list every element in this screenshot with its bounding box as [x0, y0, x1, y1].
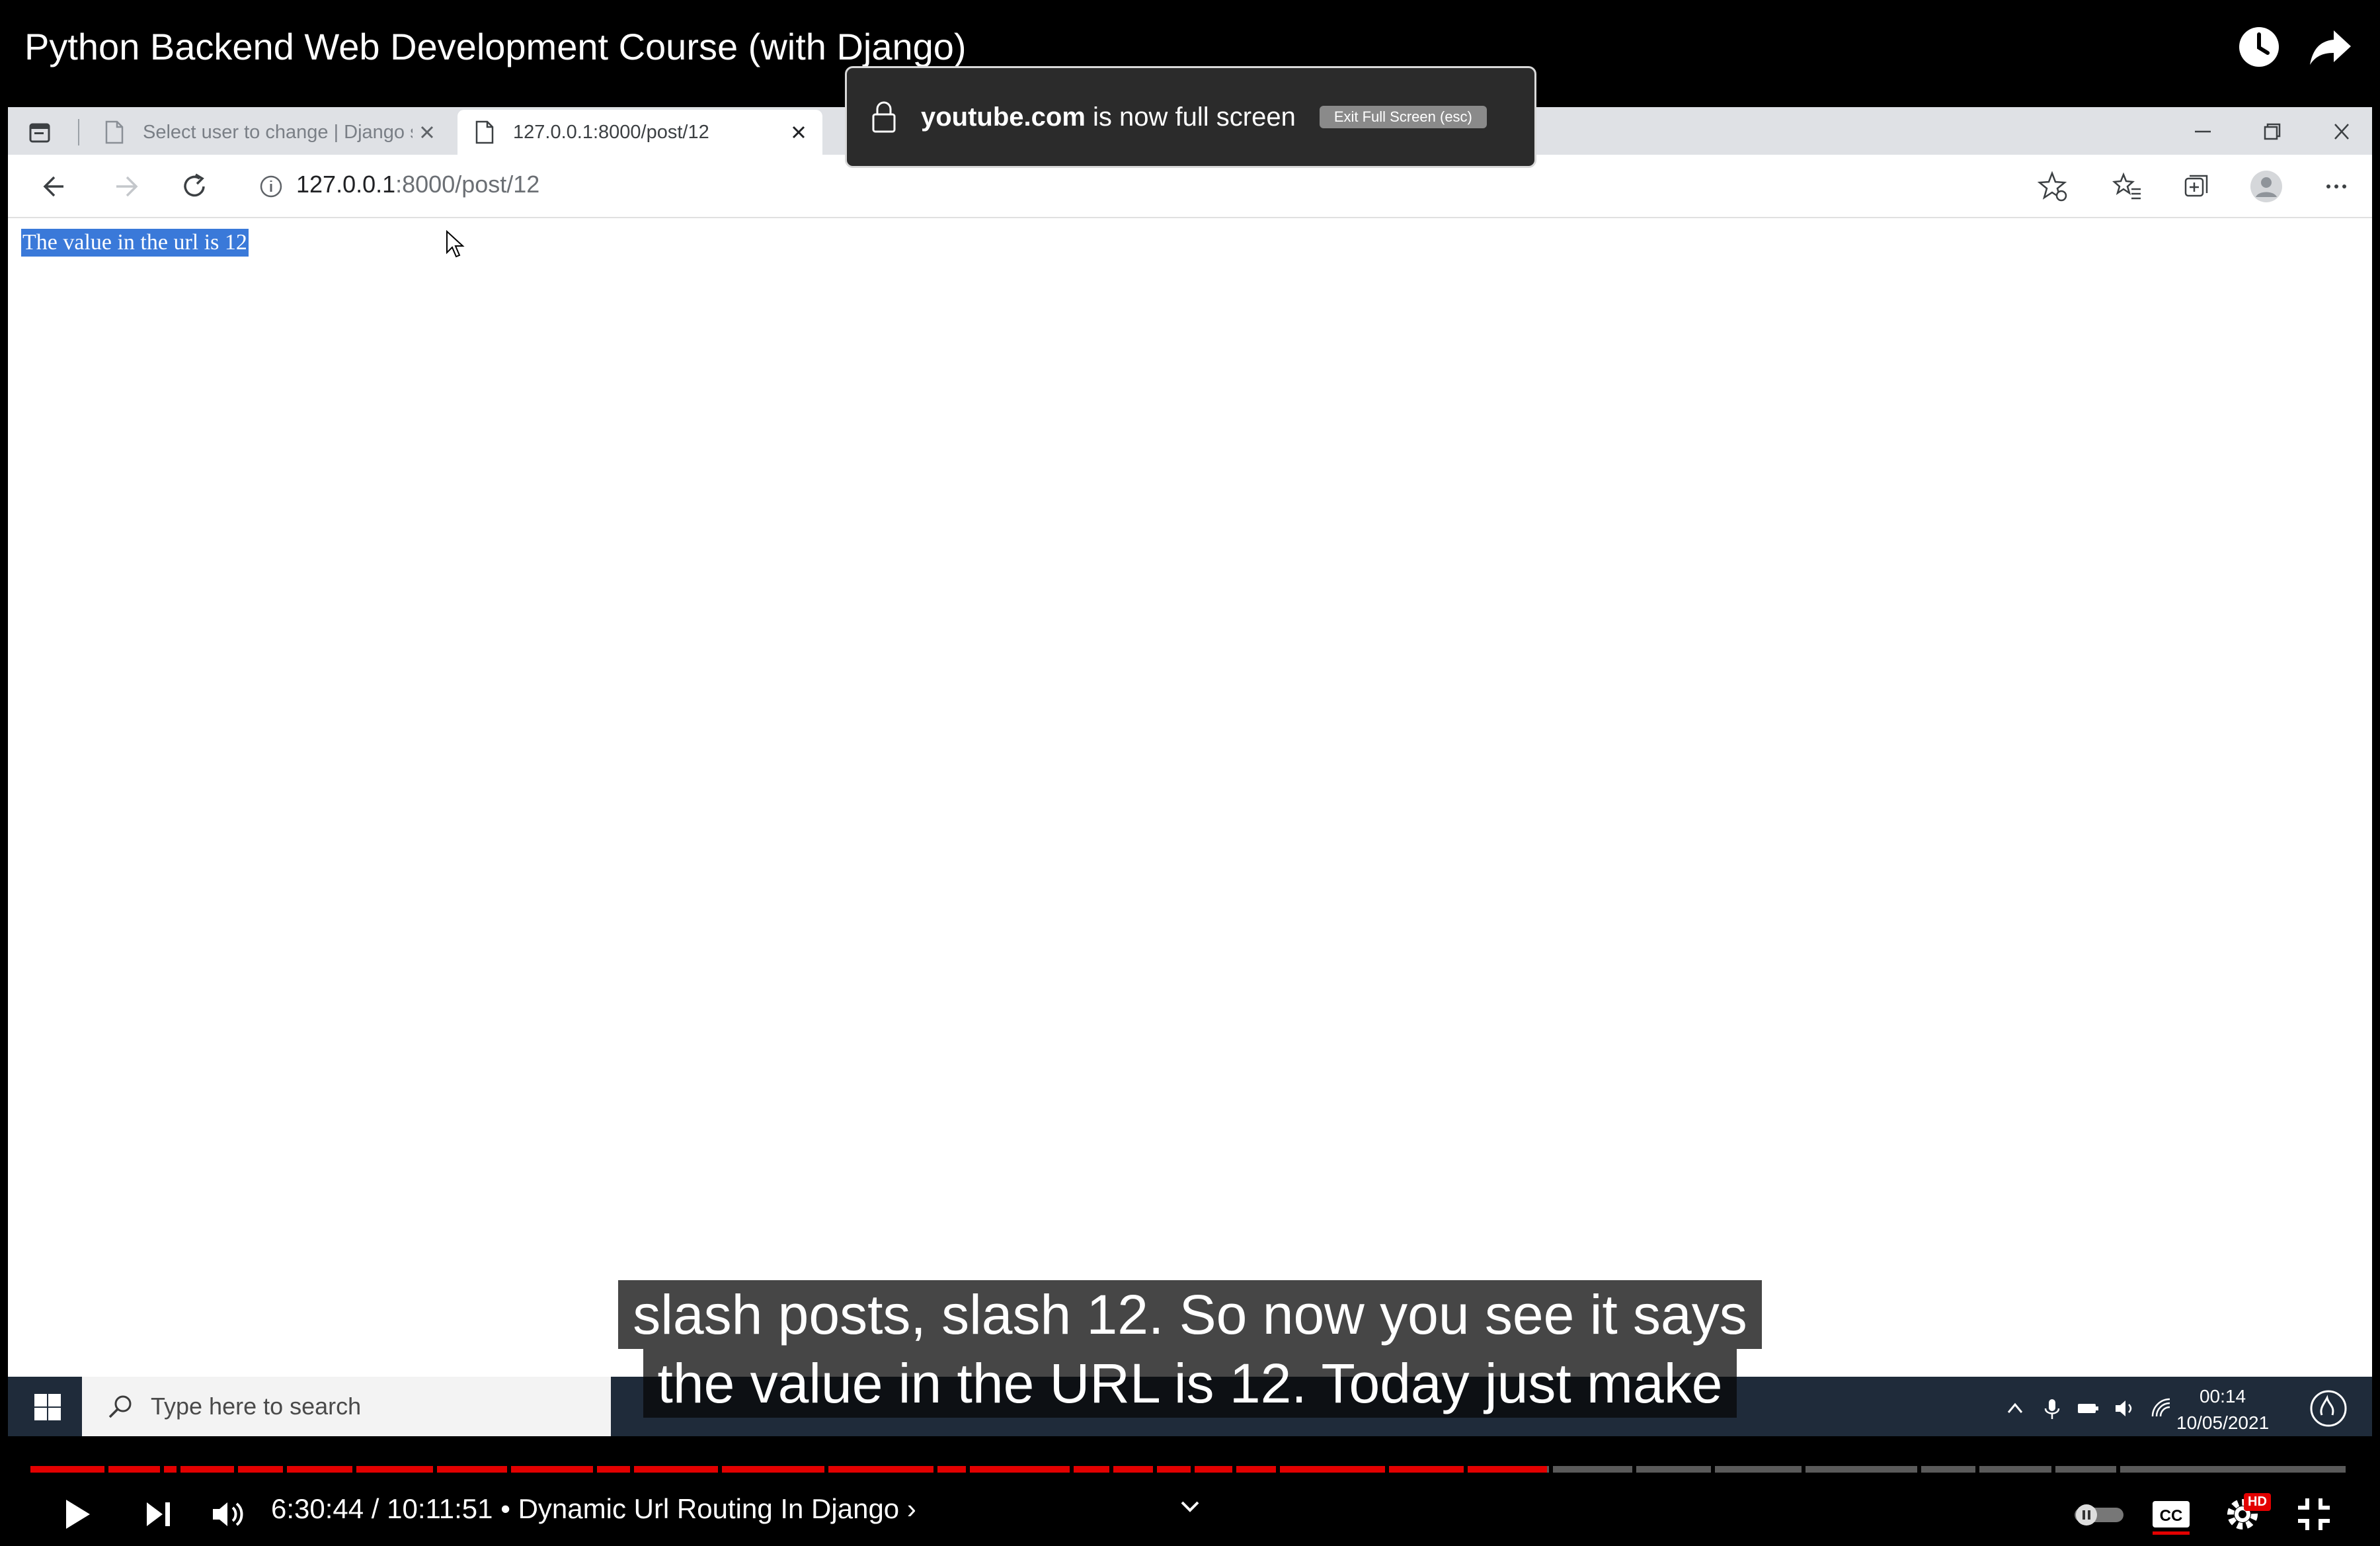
url-host: 127.0.0.1 — [296, 171, 396, 198]
progress-bar[interactable] — [30, 1466, 2346, 1473]
chapter-marker — [824, 1466, 829, 1473]
chapter-marker — [160, 1466, 165, 1473]
chapter-marker — [1232, 1466, 1236, 1473]
tab-actions-icon[interactable] — [26, 119, 53, 145]
minimize-icon[interactable] — [2183, 115, 2223, 148]
page-icon — [105, 120, 124, 144]
url-path: :8000/post/12 — [395, 171, 540, 198]
duration: 10:11:51 — [387, 1493, 493, 1524]
chapter-prefix: • — [493, 1493, 518, 1524]
chapter-marker — [234, 1466, 239, 1473]
chapter-marker — [2051, 1466, 2056, 1473]
subtitle-line: slash posts, slash 12. So now you see it… — [618, 1280, 1762, 1349]
chapter-marker — [104, 1466, 109, 1473]
window-close-icon[interactable] — [2322, 115, 2361, 148]
restore-icon[interactable] — [2252, 115, 2291, 148]
chapter-marker — [1276, 1466, 1281, 1473]
share-arrow-icon[interactable] — [2307, 24, 2354, 70]
favorites-icon[interactable] — [2109, 168, 2146, 205]
play-icon[interactable] — [50, 1488, 103, 1541]
chapter-marker — [718, 1466, 723, 1473]
lock-icon — [872, 101, 896, 133]
back-arrow-icon[interactable] — [37, 168, 74, 205]
subtitles: slash posts, slash 12. So now you see it… — [0, 1280, 2380, 1418]
add-favorite-icon[interactable] — [2034, 168, 2071, 205]
forward-arrow-icon[interactable] — [107, 168, 144, 205]
chapter-marker — [1109, 1466, 1113, 1473]
time-display: 6:30:44 / 10:11:51 • Dynamic Url Routing… — [271, 1493, 916, 1525]
chapter-marker — [1711, 1466, 1716, 1473]
chapter-marker — [1975, 1466, 1979, 1473]
tab-label: 127.0.0.1:8000/post/12 — [513, 121, 709, 143]
exit-fullscreen-icon[interactable] — [2287, 1488, 2340, 1541]
tab-django-admin[interactable]: Select user to change | Django s — [87, 110, 451, 155]
chapter-marker — [1632, 1466, 1637, 1473]
chevron-down-icon[interactable] — [1164, 1481, 1216, 1534]
fullscreen-domain: youtube.com — [921, 102, 1086, 132]
video-frame[interactable]: Select user to change | Django s 127.0.0… — [8, 107, 2372, 1436]
tab-label: Select user to change | Django s — [143, 121, 413, 143]
chapter-marker — [630, 1466, 635, 1473]
video-title[interactable]: Python Backend Web Development Course (w… — [24, 25, 967, 68]
current-time: 6:30:44 — [271, 1493, 364, 1524]
captions-icon[interactable]: CC — [2145, 1488, 2198, 1541]
subtitle-line: the value in the URL is 12. Today just m… — [643, 1349, 1737, 1418]
chapter-marker — [1190, 1466, 1195, 1473]
collections-icon[interactable] — [2178, 168, 2215, 205]
chapter-marker — [282, 1466, 287, 1473]
mouse-cursor-icon — [446, 230, 465, 258]
page-icon — [475, 120, 494, 144]
chapter-marker — [1070, 1466, 1074, 1473]
close-icon[interactable] — [784, 118, 813, 147]
chapter-arrow[interactable]: › — [899, 1493, 916, 1524]
chapter-marker — [1153, 1466, 1158, 1473]
chapter-marker — [1384, 1466, 1389, 1473]
chapter-marker — [933, 1466, 937, 1473]
fullscreen-text: is now full screen — [1085, 102, 1296, 132]
chapter-marker — [1549, 1466, 1554, 1473]
chapter-marker — [176, 1466, 180, 1473]
fullscreen-notice: youtube.com is now full screen Exit Full… — [845, 66, 1536, 168]
next-icon[interactable] — [132, 1488, 185, 1541]
autoplay-toggle-icon[interactable] — [2069, 1488, 2129, 1541]
chapter-title[interactable]: Dynamic Url Routing In Django — [518, 1493, 900, 1524]
more-options-icon[interactable] — [2318, 168, 2355, 205]
volume-icon[interactable] — [202, 1488, 255, 1541]
tab-separator — [78, 119, 79, 145]
chapter-marker — [352, 1466, 356, 1473]
info-icon[interactable] — [253, 168, 290, 205]
time-separator: / — [364, 1493, 387, 1524]
profile-avatar-icon[interactable] — [2248, 168, 2285, 205]
tab-post-12[interactable]: 127.0.0.1:8000/post/12 — [457, 110, 822, 155]
chapter-marker — [2116, 1466, 2121, 1473]
address-bar[interactable]: 127.0.0.1:8000/post/12 — [296, 171, 539, 198]
chapter-marker — [1917, 1466, 1922, 1473]
chapter-marker — [1802, 1466, 1806, 1473]
chapter-marker — [507, 1466, 512, 1473]
chapter-marker — [433, 1466, 438, 1473]
page-content-text: The value in the url is 12 — [21, 229, 249, 257]
chapter-marker — [592, 1466, 597, 1473]
progress-played — [30, 1466, 1547, 1473]
clock-icon[interactable] — [2236, 24, 2282, 70]
fullscreen-message: youtube.com is now full screen — [921, 102, 1296, 132]
exit-fullscreen-button[interactable]: Exit Full Screen (esc) — [1319, 106, 1487, 128]
hd-badge: HD — [2244, 1493, 2271, 1511]
refresh-icon[interactable] — [176, 168, 213, 205]
close-icon[interactable] — [413, 118, 442, 147]
chapter-marker — [1463, 1466, 1468, 1473]
chapter-marker — [965, 1466, 970, 1473]
svg-text:CC: CC — [2160, 1507, 2183, 1525]
